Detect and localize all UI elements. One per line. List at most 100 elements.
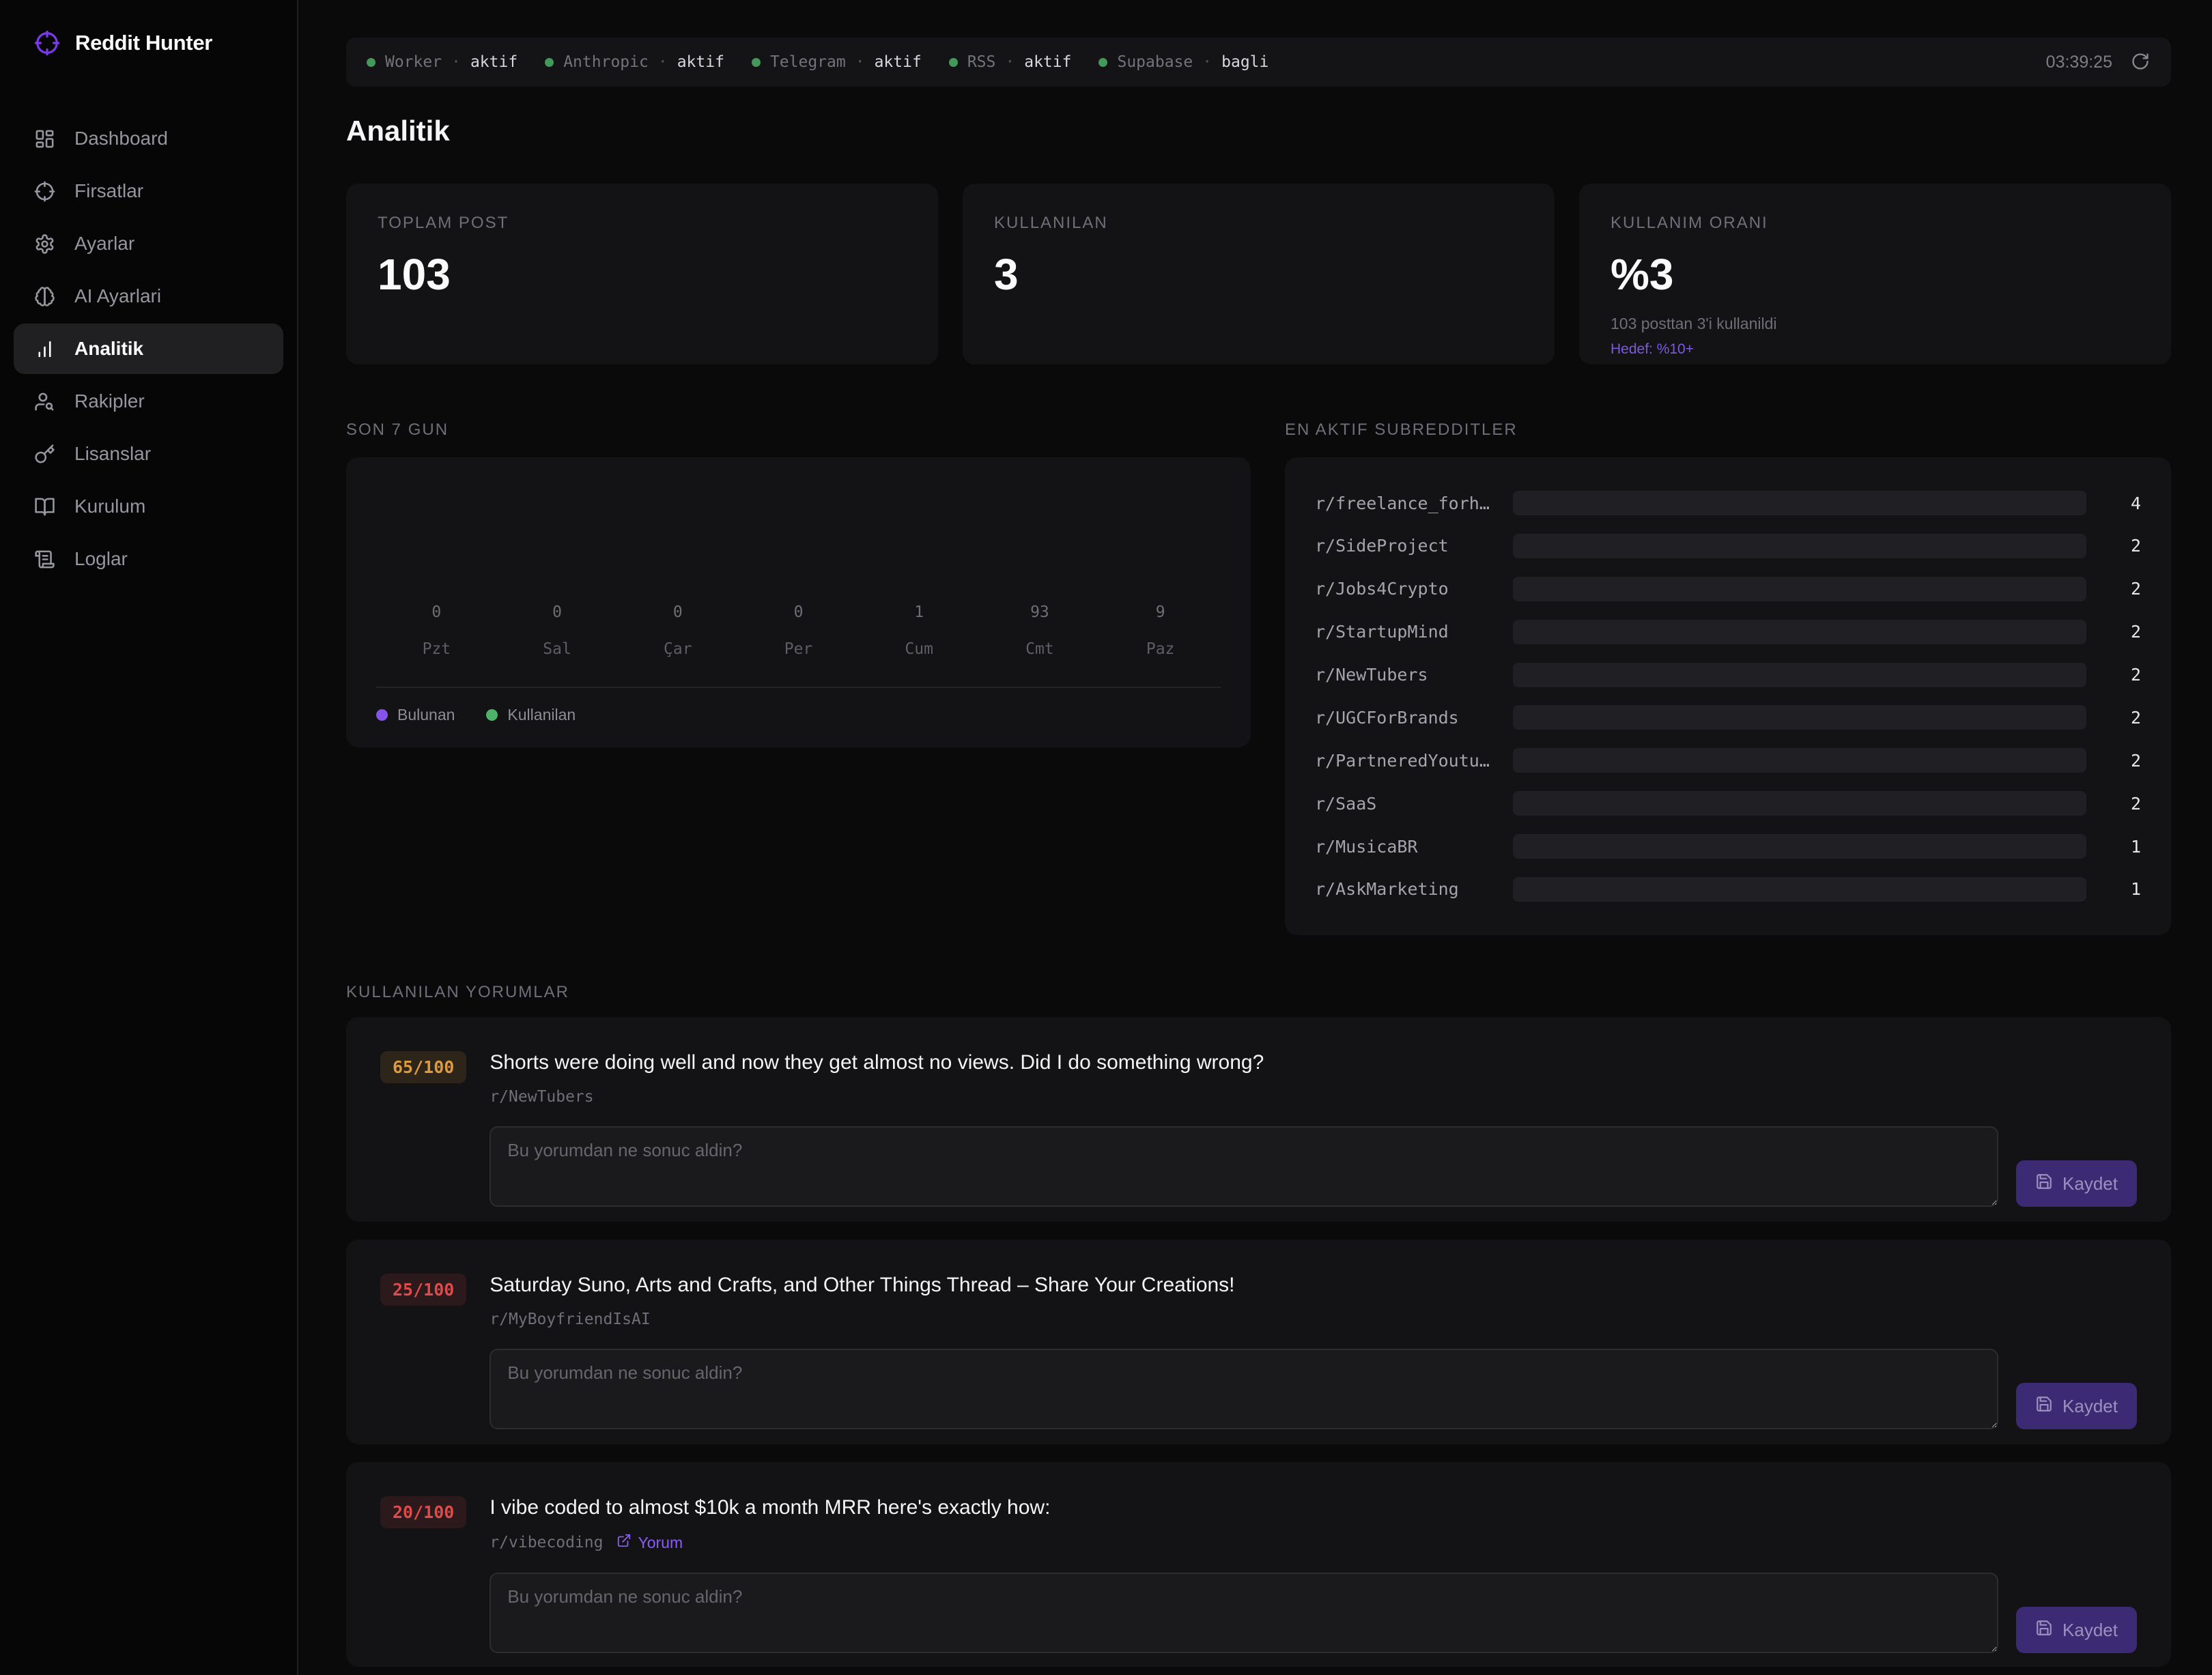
middle-section: SON 7 GUN 0 0 0 0 1 93 9 Pzt Sal Çar Per: [346, 420, 2171, 935]
target-icon: [34, 181, 55, 202]
chart-day-label: Cum: [859, 640, 980, 658]
chart-divider: [376, 687, 1221, 688]
save-icon: [2035, 1619, 2053, 1642]
save-button[interactable]: Kaydet: [2016, 1383, 2137, 1429]
status-separator: ·: [855, 53, 865, 71]
comment-subreddit: r/vibecoding: [490, 1534, 603, 1551]
subreddit-count: 2: [2112, 622, 2141, 642]
stat-card-kullanim-orani: KULLANIM ORANI %3 103 posttan 3'i kullan…: [1579, 184, 2171, 364]
bar-chart-icon: [34, 339, 55, 360]
subreddit-name: r/SideProject: [1315, 536, 1505, 556]
chart-axis-labels: Pzt Sal Çar Per Cum Cmt Paz: [376, 640, 1221, 658]
scroll-icon: [34, 549, 55, 570]
chart-day-label: Paz: [1100, 640, 1221, 658]
comment-title: Saturday Suno, Arts and Crafts, and Othe…: [490, 1272, 2137, 1298]
crosshair-logo-icon: [34, 30, 60, 56]
subreddit-name: r/UGCForBrands: [1315, 708, 1505, 728]
sidebar-item-ai-ayarlari[interactable]: AI Ayarlari: [14, 271, 283, 321]
subreddit-row: r/Jobs4Crypto 2: [1315, 568, 2141, 610]
subreddit-name: r/Jobs4Crypto: [1315, 579, 1505, 599]
stat-label: TOPLAM POST: [378, 214, 907, 233]
subreddit-name: r/NewTubers: [1315, 665, 1505, 685]
sidebar-item-kurulum[interactable]: Kurulum: [14, 481, 283, 532]
section-label-kullanilan-yorumlar: KULLANILAN YORUMLAR: [346, 983, 2171, 1002]
status-state: bagli: [1221, 53, 1268, 71]
subreddit-row: r/StartupMind 2: [1315, 611, 2141, 653]
sidebar-item-dashboard[interactable]: Dashboard: [14, 113, 283, 164]
comment-input-row: Kaydet: [490, 1126, 2137, 1207]
chart-day-label: Sal: [497, 640, 618, 658]
comment-title: Shorts were doing well and now they get …: [490, 1050, 2137, 1076]
comment-input-row: Kaydet: [490, 1349, 2137, 1429]
status-dot-icon: [1098, 58, 1107, 67]
comment-card: 65/100 Shorts were doing well and now th…: [346, 1017, 2171, 1222]
section-label-son-7-gun: SON 7 GUN: [346, 420, 1251, 440]
save-icon: [2035, 1173, 2053, 1195]
subreddit-bar-track: [1513, 491, 2086, 515]
sidebar-item-analitik[interactable]: Analitik: [14, 324, 283, 374]
status-state: aktif: [470, 53, 517, 71]
sidebar-item-lisanslar[interactable]: Lisanslar: [14, 429, 283, 479]
comment-card: 25/100 Saturday Suno, Arts and Crafts, a…: [346, 1240, 2171, 1444]
legend-dot-green-icon: [486, 709, 498, 721]
subreddit-count: 1: [2112, 879, 2141, 899]
subreddit-count: 2: [2112, 708, 2141, 728]
stat-target: Hedef: %10+: [1611, 341, 2140, 358]
stat-card-kullanilan: KULLANILAN 3: [963, 184, 1555, 364]
chart-value-labels: 0 0 0 0 1 93 9: [376, 603, 1221, 621]
subreddit-count: 2: [2112, 751, 2141, 771]
sidebar-item-ayarlar[interactable]: Ayarlar: [14, 218, 283, 269]
app-title: Reddit Hunter: [75, 31, 212, 55]
chart-value: 0: [497, 603, 618, 621]
sidebar-item-label: Firsatlar: [74, 180, 143, 202]
page-title: Analitik: [346, 114, 2171, 148]
status-dot-icon: [545, 58, 554, 67]
sidebar-item-rakipler[interactable]: Rakipler: [14, 376, 283, 427]
sidebar-item-label: Lisanslar: [74, 443, 151, 465]
result-note-input[interactable]: [490, 1573, 1998, 1653]
subreddit-row: r/UGCForBrands 2: [1315, 696, 2141, 739]
result-note-input[interactable]: [490, 1126, 1998, 1207]
brain-icon: [34, 286, 55, 307]
status-state: aktif: [1024, 53, 1071, 71]
stat-label: KULLANILAN: [994, 214, 1523, 233]
subreddit-name: r/AskMarketing: [1315, 879, 1505, 899]
gear-icon: [34, 233, 55, 255]
subreddit-bar-track: [1513, 791, 2086, 816]
save-button-label: Kaydet: [2062, 1620, 2118, 1641]
subreddit-count: 2: [2112, 536, 2141, 556]
subreddit-bar-track: [1513, 577, 2086, 601]
refresh-button[interactable]: [2130, 52, 2151, 72]
sidebar-item-firsatlar[interactable]: Firsatlar: [14, 166, 283, 216]
subreddit-row: r/PartneredYoutu… 2: [1315, 739, 2141, 782]
chart-day-label: Çar: [617, 640, 738, 658]
comment-body: Shorts were doing well and now they get …: [490, 1050, 2137, 1207]
subreddit-row: r/NewTubers 2: [1315, 654, 2141, 696]
sidebar: Reddit Hunter Dashboard Firsatlar Ayarla…: [0, 0, 298, 1675]
key-icon: [34, 444, 55, 465]
status-item-telegram: Telegram · aktif: [752, 53, 922, 71]
subreddits-card: r/freelance_forh… 4 r/SideProject 2 r/Jo…: [1285, 457, 2171, 935]
chart-day-label: Pzt: [376, 640, 497, 658]
subreddit-bar-track: [1513, 834, 2086, 859]
subreddit-name: r/PartneredYoutu…: [1315, 751, 1505, 771]
sidebar-item-loglar[interactable]: Loglar: [14, 534, 283, 584]
clock: 03:39:25: [2046, 53, 2112, 72]
status-state: aktif: [875, 53, 922, 71]
status-dot-icon: [367, 58, 375, 67]
subreddit-row: r/AskMarketing 1: [1315, 868, 2141, 911]
save-button[interactable]: Kaydet: [2016, 1160, 2137, 1207]
subreddit-bar-track: [1513, 748, 2086, 773]
save-button[interactable]: Kaydet: [2016, 1607, 2137, 1653]
status-dot-icon: [949, 58, 958, 67]
result-note-input[interactable]: [490, 1349, 1998, 1429]
book-open-icon: [34, 496, 55, 517]
weekly-chart-section: SON 7 GUN 0 0 0 0 1 93 9 Pzt Sal Çar Per: [346, 420, 1251, 747]
weekly-chart-card: 0 0 0 0 1 93 9 Pzt Sal Çar Per Cum Cmt P…: [346, 457, 1251, 747]
legend-label: Kullanilan: [507, 706, 576, 724]
stat-label: KULLANIM ORANI: [1611, 214, 2140, 233]
status-right: 03:39:25: [2046, 52, 2151, 72]
status-item-supabase: Supabase · bagli: [1098, 53, 1268, 71]
comment-link[interactable]: Yorum: [616, 1533, 683, 1552]
user-search-icon: [34, 391, 55, 412]
